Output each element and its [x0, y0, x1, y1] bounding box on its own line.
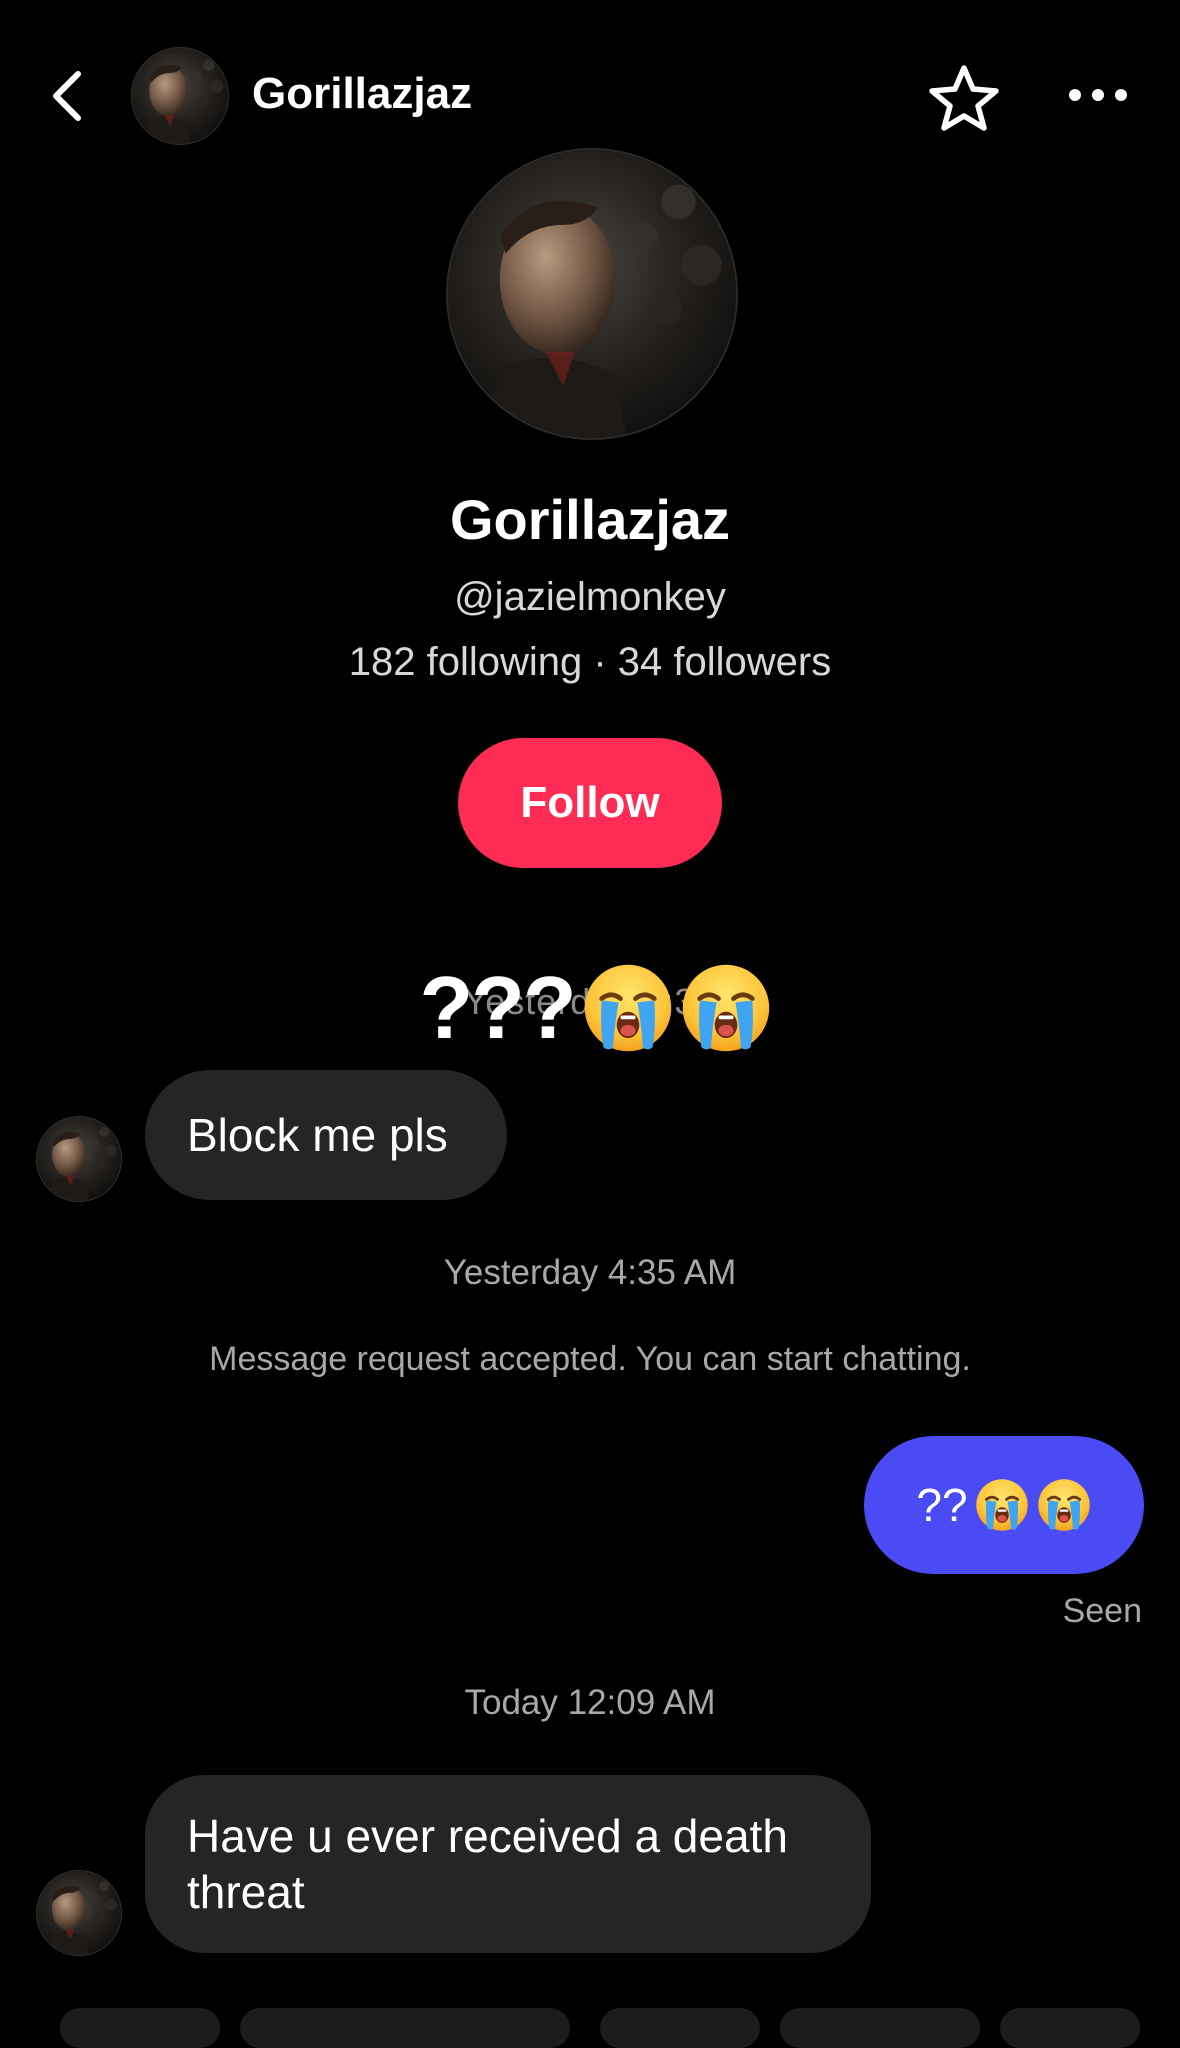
- back-button[interactable]: [36, 60, 96, 132]
- loudly-crying-face-icon: [581, 961, 675, 1055]
- message-text: ??: [916, 1479, 968, 1531]
- header-avatar[interactable]: [131, 47, 229, 145]
- message-text: Have u ever received a death threat: [187, 1810, 788, 1918]
- incoming-message-bubble[interactable]: Block me pls: [145, 1070, 507, 1200]
- next-message-row: [40, 2008, 1140, 2048]
- star-outline-icon: [929, 65, 999, 131]
- follow-button[interactable]: Follow: [458, 738, 722, 868]
- sender-avatar[interactable]: [36, 1870, 122, 1956]
- more-options-button[interactable]: [1060, 70, 1136, 120]
- message-text: Block me pls: [187, 1109, 448, 1161]
- loudly-crying-face-icon: [1036, 1477, 1092, 1533]
- more-horizontal-icon: [1069, 89, 1127, 101]
- profile-name: Gorillazjaz: [449, 488, 731, 551]
- outgoing-message-bubble[interactable]: ??: [864, 1436, 1144, 1574]
- emoji-message[interactable]: ???: [396, 952, 796, 1064]
- incoming-message-bubble[interactable]: Have u ever received a death threat: [145, 1775, 871, 1953]
- profile-stats: 182 following · 34 followers: [348, 640, 832, 684]
- sender-avatar[interactable]: [36, 1116, 122, 1202]
- timestamp: Yesterday 4:35 AM: [443, 1253, 737, 1292]
- header-title[interactable]: Gorillazjaz: [252, 66, 472, 122]
- timestamp: Today 12:09 AM: [464, 1683, 716, 1722]
- profile-handle: @jazielmonkey: [454, 575, 726, 619]
- loudly-crying-face-icon: [974, 1477, 1030, 1533]
- chevron-left-icon: [53, 71, 81, 121]
- profile-avatar[interactable]: [446, 148, 738, 440]
- seen-status: Seen: [1062, 1592, 1142, 1630]
- message-text: ???: [419, 958, 576, 1057]
- loudly-crying-face-icon: [679, 961, 773, 1055]
- favorite-button[interactable]: [922, 60, 1006, 136]
- system-notice: Message request accepted. You can start …: [209, 1340, 971, 1378]
